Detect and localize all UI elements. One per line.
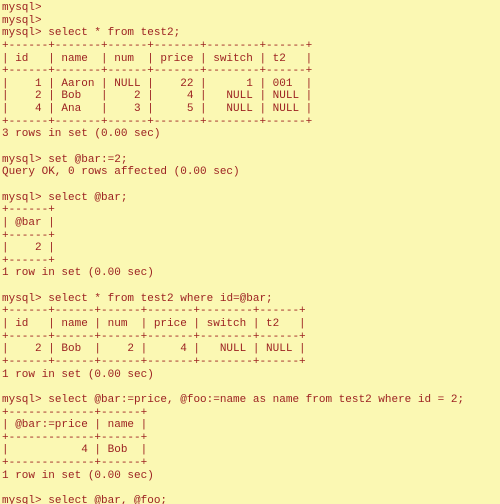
blank-line (2, 179, 9, 191)
table-border: +------+-------+------+-------+--------+… (2, 65, 312, 77)
table-row: | 2 | Bob | 2 | 4 | NULL | NULL | (2, 343, 306, 355)
table-border: +------+------+------+-------+--------+-… (2, 305, 306, 317)
status-line: 1 row in set (0.00 sec) (2, 470, 154, 482)
table-border: +------+------+------+-------+--------+-… (2, 356, 306, 368)
command-line: mysql> select * from test2 where id=@bar… (2, 293, 273, 305)
status-line: Query OK, 0 rows affected (0.00 sec) (2, 166, 240, 178)
table-row: | 2 | (2, 242, 55, 254)
table-header: | @bar | (2, 217, 55, 229)
command-line: mysql> select @bar:=price, @foo:=name as… (2, 394, 464, 406)
status-line: 1 row in set (0.00 sec) (2, 267, 154, 279)
table-border: +------+-------+------+-------+--------+… (2, 40, 312, 52)
table-row: | 2 | Bob | 2 | 4 | NULL | NULL | (2, 90, 312, 102)
table-border: +-------------+------+ (2, 432, 147, 444)
blank-line (2, 381, 9, 393)
table-border: +------+ (2, 230, 55, 242)
command-line: mysql> select @bar, @foo; (2, 495, 167, 504)
table-header: | @bar:=price | name | (2, 419, 147, 431)
command-line: mysql> set @bar:=2; (2, 154, 127, 166)
prompt-line: mysql> (2, 15, 42, 27)
table-border: +-------------+------+ (2, 407, 147, 419)
blank-line (2, 280, 9, 292)
table-header: | id | name | num | price | switch | t2 … (2, 318, 306, 330)
blank-line (2, 141, 9, 153)
status-line: 1 row in set (0.00 sec) (2, 369, 154, 381)
table-border: +------+-------+------+-------+--------+… (2, 116, 312, 128)
command-line: mysql> select * from test2; (2, 27, 180, 39)
status-line: 3 rows in set (0.00 sec) (2, 128, 160, 140)
prompt-line: mysql> (2, 2, 42, 14)
table-border: +------+ (2, 204, 55, 216)
command-line: mysql> select @bar; (2, 192, 127, 204)
table-border: +------+------+------+-------+--------+-… (2, 331, 306, 343)
table-header: | id | name | num | price | switch | t2 … (2, 53, 312, 65)
table-row: | 4 | Bob | (2, 444, 147, 456)
table-row: | 1 | Aaron | NULL | 22 | 1 | 001 | (2, 78, 312, 90)
table-border: +------+ (2, 255, 55, 267)
table-border: +-------------+------+ (2, 457, 147, 469)
table-row: | 4 | Ana | 3 | 5 | NULL | NULL | (2, 103, 312, 115)
blank-line (2, 482, 9, 494)
